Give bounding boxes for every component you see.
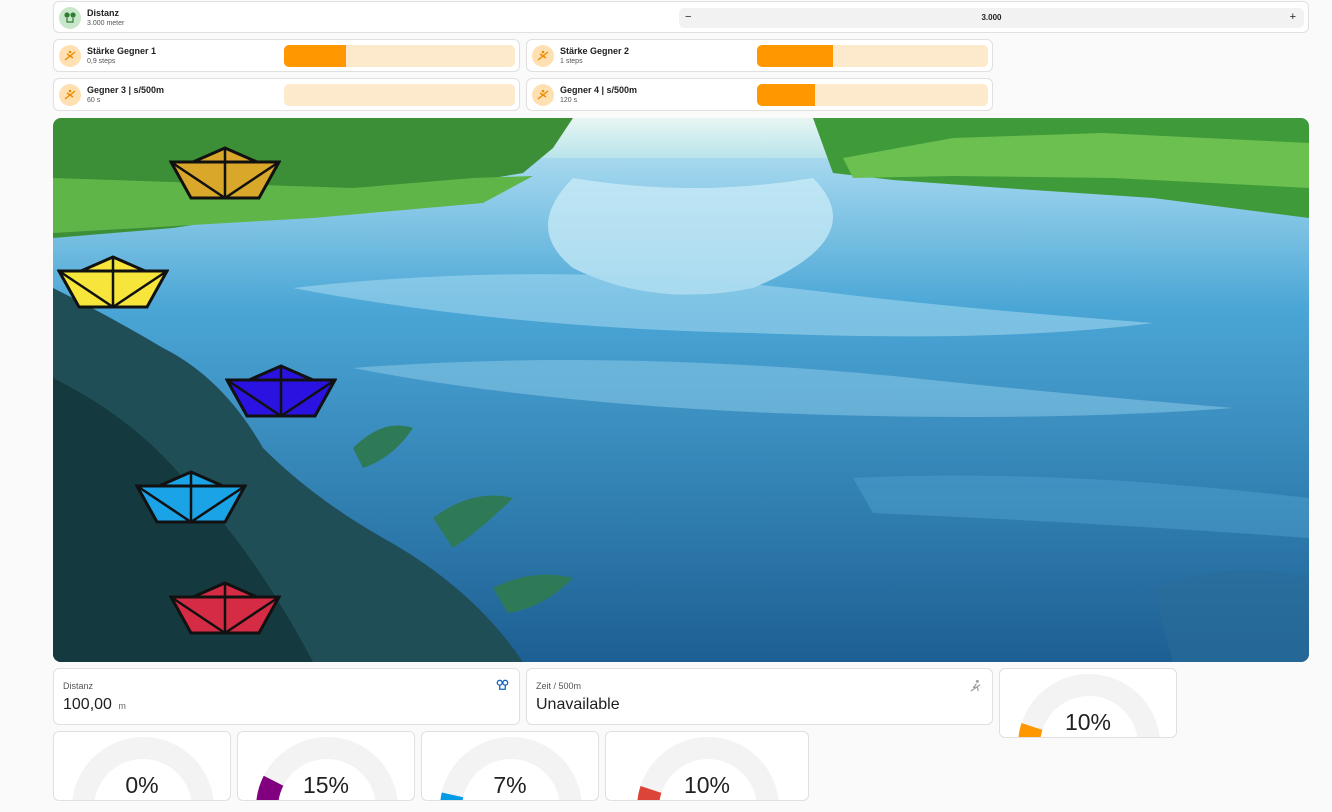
slider-value: 1 steps	[560, 58, 583, 65]
distanz-number-value[interactable]: 3.000	[679, 13, 1304, 22]
slider-name: Gegner 3 | s/500m	[87, 85, 165, 95]
slider-fill	[284, 45, 347, 67]
slider-name: Gegner 4 | s/500m	[560, 85, 638, 95]
gauge-value: 7%	[493, 772, 527, 798]
boat-icon-cyan	[135, 470, 247, 524]
gauge-value: 0%	[125, 772, 159, 798]
distanz-entity-value: 3.000 meter	[87, 20, 125, 27]
tile-label: Distanz	[63, 681, 94, 691]
map-marker-distance-icon	[59, 7, 81, 29]
tile-value-row: 100,00 m	[63, 696, 126, 714]
slider-name: Stärke Gegner 2	[560, 46, 630, 56]
slider-gegner-1[interactable]	[284, 45, 515, 67]
tile-label: Zeit / 500m	[536, 681, 582, 691]
distanz-number-input[interactable]: − 3.000 +	[679, 8, 1304, 28]
tile-value: Unavailable	[536, 696, 620, 713]
distanz-tile[interactable]: Distanz 100,00 m	[53, 668, 520, 725]
slider-card-gegner-2: Stärke Gegner 2 1 steps	[526, 39, 993, 72]
increment-button[interactable]: +	[1290, 11, 1296, 23]
gauge-card[interactable]: 0%	[53, 731, 231, 801]
boat-rowing-icon	[59, 45, 81, 67]
slider-value: 60 s	[87, 97, 101, 104]
slider-gegner-3[interactable]	[284, 84, 515, 106]
slider-gegner-4[interactable]	[757, 84, 988, 106]
slider-value: 120 s	[560, 97, 578, 104]
boat-rowing-icon	[59, 84, 81, 106]
tile-unit: m	[118, 701, 126, 711]
distanz-entity-card: Distanz 3.000 meter − 3.000 +	[53, 1, 1309, 33]
distanz-entity-name: Distanz	[87, 8, 120, 18]
gauge-card[interactable]: 15%	[237, 731, 415, 801]
slider-fill	[757, 45, 834, 67]
map-marker-distance-icon	[496, 679, 509, 697]
gauge-value: 10%	[683, 772, 731, 798]
slider-fill	[757, 84, 815, 106]
gauge-card[interactable]: 7%	[421, 731, 599, 801]
gauge-value: 10%	[1064, 709, 1112, 735]
boat-icon-yellow	[57, 255, 169, 309]
slider-value: 0,9 steps	[87, 58, 116, 65]
rowing-icon	[969, 679, 982, 697]
boat-icon-gold	[169, 146, 281, 200]
slider-card-gegner-3: Gegner 3 | s/500m 60 s	[53, 78, 520, 111]
gauge-value: 15%	[302, 772, 350, 798]
boat-icon-red	[169, 581, 281, 635]
boat-rowing-icon	[532, 84, 554, 106]
gauge-card[interactable]: 10%	[605, 731, 809, 801]
boat-icon-blue	[225, 364, 337, 418]
tile-value: 100,00	[63, 696, 112, 713]
slider-gegner-2[interactable]	[757, 45, 988, 67]
zeit-500m-tile[interactable]: Zeit / 500m Unavailable	[526, 668, 993, 725]
slider-card-gegner-1: Stärke Gegner 1 0,9 steps	[53, 39, 520, 72]
boat-rowing-icon	[532, 45, 554, 67]
slider-card-gegner-4: Gegner 4 | s/500m 120 s	[526, 78, 993, 111]
river-scene-picture	[53, 118, 1309, 662]
gauge-card[interactable]: 10%	[999, 668, 1177, 738]
slider-name: Stärke Gegner 1	[87, 46, 157, 56]
